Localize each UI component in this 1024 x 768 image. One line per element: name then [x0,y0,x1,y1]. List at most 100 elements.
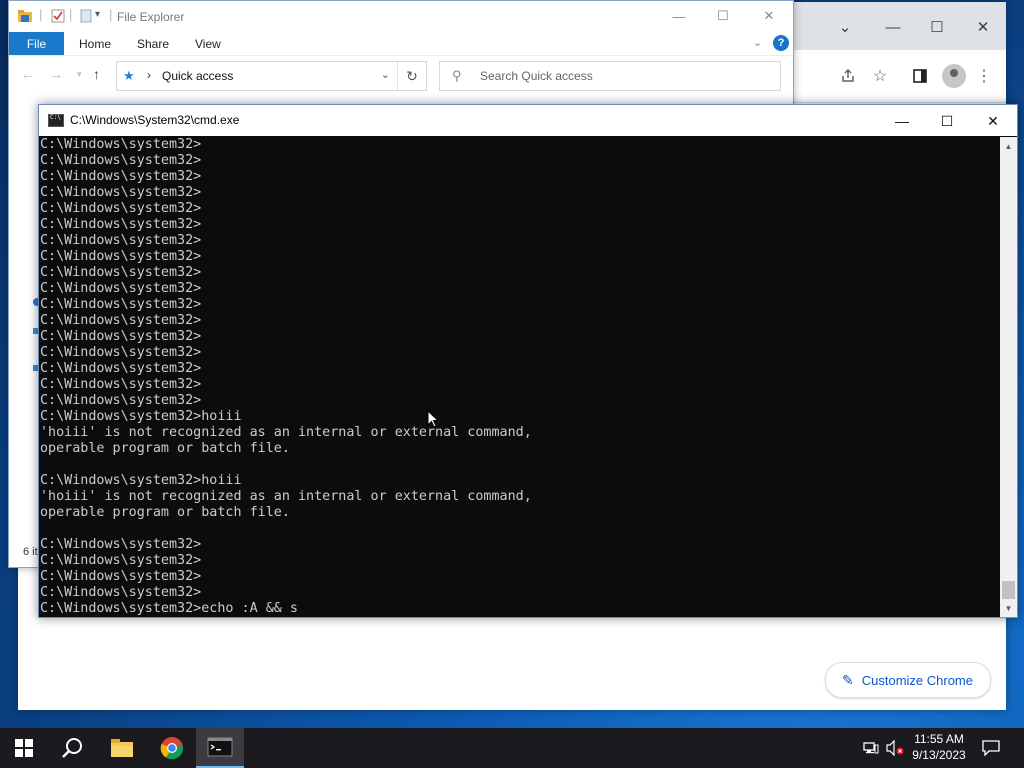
taskbar-cmd[interactable] [196,728,244,768]
scroll-thumb[interactable] [1002,581,1015,599]
address-dropdown-icon[interactable]: ⌄ [381,68,390,81]
address-bar[interactable]: ★ › Quick access ⌄ ↻ [116,61,427,91]
console-line: C:\Windows\system32> [40,393,202,408]
cmd-close-button[interactable]: ✕ [978,110,1008,132]
explorer-maximize-button[interactable]: ☐ [711,6,735,26]
explorer-title: File Explorer [117,10,185,24]
cmd-minimize-button[interactable]: — [887,110,917,132]
taskbar-clock[interactable]: 11:55 AM 9/13/2023 [906,731,972,763]
breadcrumb-chevron-icon: › [147,68,151,82]
console-line: C:\Windows\system32> [40,265,202,280]
ribbon-expand-icon[interactable]: ⌄ [753,36,762,49]
chrome-maximize-button[interactable]: ☐ [924,14,950,40]
console-line: C:\Windows\system32>echo :A && s [40,601,298,616]
taskbar-file-explorer[interactable] [98,728,146,768]
scroll-down-icon[interactable]: ▼ [1000,601,1017,615]
cmd-maximize-button[interactable]: ☐ [932,110,962,132]
title-separator: | [39,7,43,22]
console-output[interactable]: C:\Windows\system32> C:\Windows\system32>… [40,137,998,617]
terminal-icon [207,737,233,757]
console-line: C:\Windows\system32> [40,281,202,296]
clock-date: 9/13/2023 [912,748,966,762]
side-panel-icon[interactable] [908,64,932,88]
console-line: operable program or batch file. [40,441,290,456]
customize-chrome-label: Customize Chrome [861,672,973,688]
console-line: C:\Windows\system32> [40,137,202,152]
ribbon-tab-file[interactable]: File [9,32,64,55]
ribbon-tab-share[interactable]: Share [137,37,169,51]
refresh-icon[interactable]: ↻ [397,62,426,90]
properties-icon[interactable] [51,9,65,23]
search-icon: ⚲ [452,68,462,83]
forward-arrow-icon[interactable]: → [49,66,63,82]
title-separator: | [109,7,113,22]
console-scrollbar[interactable]: ▲ ▼ [1000,137,1017,617]
chrome-tab-search-icon[interactable]: ⌄ [832,14,858,40]
start-button[interactable] [0,728,48,768]
help-icon[interactable]: ? [773,35,789,51]
ribbon-tab-view[interactable]: View [195,37,221,51]
console-line: C:\Windows\system32> [40,537,202,552]
console-line: C:\Windows\system32> [40,329,202,344]
console-line: C:\Windows\system32>hoiii [40,409,242,424]
cmd-app-icon [48,114,64,127]
notifications-icon[interactable] [982,739,1000,757]
taskbar-chrome[interactable] [148,728,196,768]
cmd-window: C:\Windows\System32\cmd.exe — ☐ ✕ C:\Win… [38,104,1018,618]
quick-access-toolbar-dropdown-icon[interactable]: ▾ [95,9,100,20]
search-placeholder: Search Quick access [480,69,593,83]
clock-time: 11:55 AM [914,732,964,746]
console-line: C:\Windows\system32> [40,297,202,312]
recent-locations-icon[interactable]: ▾ [77,69,82,80]
back-arrow-icon[interactable]: ← [21,66,35,82]
console-line: C:\Windows\system32> [40,217,202,232]
console-line: C:\Windows\system32> [40,585,202,600]
explorer-search-box[interactable]: ⚲ Search Quick access [439,61,781,91]
network-icon[interactable] [862,739,880,757]
console-line: C:\Windows\system32> [40,169,202,184]
console-line: C:\Windows\system32> [40,153,202,168]
volume-muted-icon[interactable] [886,739,904,757]
ribbon-tab-home[interactable]: Home [79,37,111,51]
chrome-minimize-button[interactable]: — [880,14,906,40]
console-line: C:\Windows\system32>hoiii [40,473,242,488]
explorer-titlebar: | | ▾ | File Explorer — ☐ ✕ [9,1,793,32]
new-folder-icon[interactable] [79,9,93,23]
windows-logo-icon [15,739,33,757]
console-line: C:\Windows\system32> [40,553,202,568]
scroll-up-icon[interactable]: ▲ [1000,139,1017,153]
profile-avatar[interactable] [942,64,966,88]
bookmark-star-icon[interactable]: ☆ [868,64,892,88]
taskbar: 11:55 AM 9/13/2023 [0,728,1024,768]
up-arrow-icon[interactable]: ↑ [93,66,100,82]
cmd-title: C:\Windows\System32\cmd.exe [70,113,240,127]
title-separator: | [69,7,73,22]
desktop: ⌄ — ☐ ✕ ☆ ⋮ ✎ Customize Chrome | | ▾ | F… [0,0,1024,728]
console-line: C:\Windows\system32> [40,249,202,264]
search-icon [62,738,82,758]
more-menu-icon[interactable]: ⋮ [972,64,996,88]
folder-icon [111,739,133,757]
explorer-minimize-button[interactable]: — [667,6,691,26]
explorer-ribbon: File Home Share View ⌄ ? [9,32,793,56]
folder-icon [18,10,32,22]
console-line: C:\Windows\system32> [40,361,202,376]
address-text: Quick access [162,69,234,83]
console-line: C:\Windows\system32> [40,233,202,248]
explorer-close-button[interactable]: ✕ [757,6,781,26]
console-line: C:\Windows\system32> [40,201,202,216]
share-icon[interactable] [836,64,860,88]
chrome-close-button[interactable]: ✕ [970,14,996,40]
pencil-icon: ✎ [842,671,854,688]
console-line: operable program or batch file. [40,505,290,520]
customize-chrome-button[interactable]: ✎ Customize Chrome [825,662,991,698]
quick-access-star-icon: ★ [123,68,135,83]
taskbar-search-button[interactable] [48,728,96,768]
address-row: ← → ▾ ↑ ★ › Quick access ⌄ ↻ ⚲ Search Qu… [9,56,793,96]
chrome-icon [160,737,184,760]
console-line: C:\Windows\system32> [40,313,202,328]
console-line: 'hoiii' is not recognized as an internal… [40,425,532,440]
console-line: C:\Windows\system32> [40,185,202,200]
